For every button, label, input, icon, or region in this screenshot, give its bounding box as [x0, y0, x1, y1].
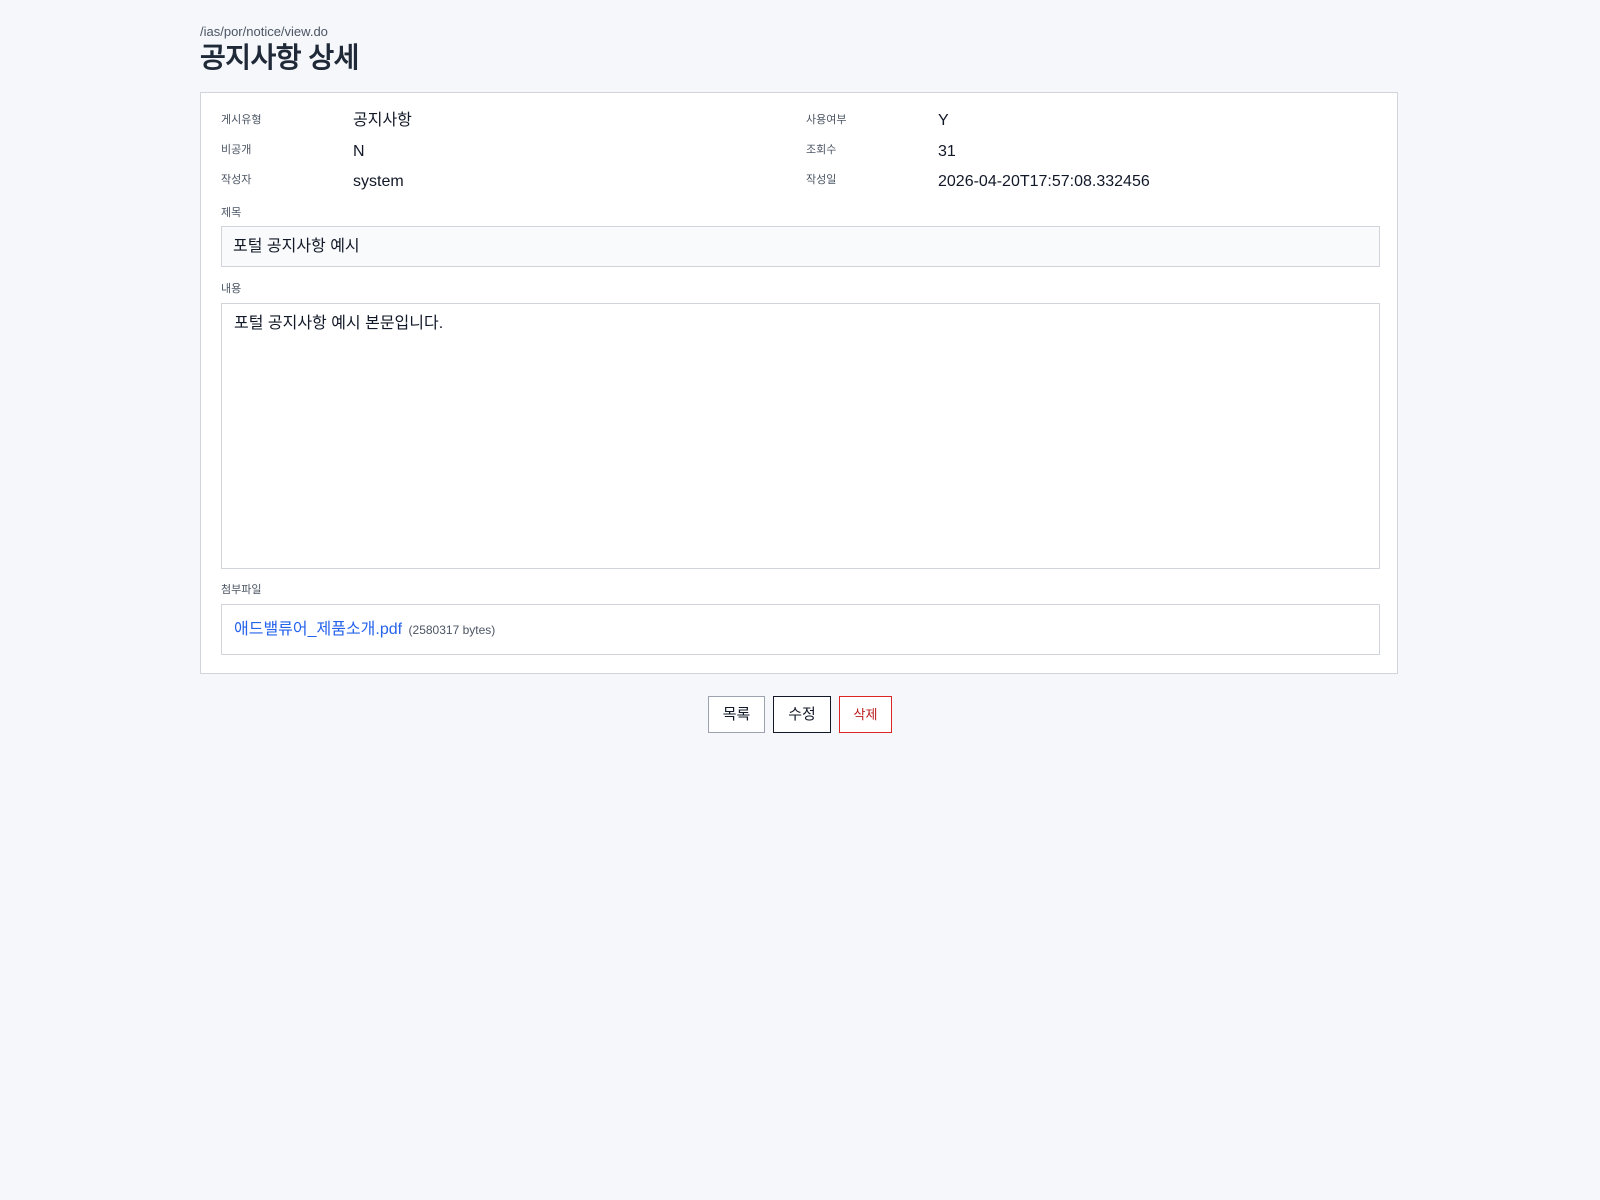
- subject-field: 포털 공지사항 예시: [221, 226, 1380, 267]
- created-label: 작성일: [806, 174, 837, 186]
- meta-info-grid: 게시유형 공지사항 사용여부 Y 비공개 N 조회수 31 작성자 system…: [201, 93, 1397, 203]
- content-body: 포털 공지사항 예시 본문입니다.: [221, 303, 1380, 569]
- list-button[interactable]: 목록: [708, 696, 765, 733]
- attachment-box: 애드밸류어_제품소개.pdf (2580317 bytes): [221, 604, 1380, 655]
- author-value: system: [353, 173, 404, 190]
- page-title: 공지사항 상세: [200, 42, 359, 73]
- delete-button[interactable]: 삭제: [839, 696, 892, 733]
- attachment-size: (2580317 bytes): [408, 623, 496, 637]
- author-label: 작성자: [221, 174, 252, 186]
- edit-button[interactable]: 수정: [773, 696, 831, 733]
- private-value: N: [353, 143, 365, 160]
- content-label: 내용: [221, 283, 242, 295]
- post-type-label: 게시유형: [221, 114, 262, 126]
- attachment-label: 첨부파일: [221, 584, 262, 596]
- subject-label: 제목: [221, 207, 242, 219]
- created-value: 2026-04-20T17:57:08.332456: [938, 173, 1150, 190]
- views-value: 31: [938, 143, 956, 160]
- private-label: 비공개: [221, 144, 252, 156]
- action-buttons: 목록 수정 삭제: [200, 696, 1400, 733]
- use-yn-value: Y: [938, 112, 949, 129]
- post-type-value: 공지사항: [353, 112, 412, 129]
- notice-detail-card: 게시유형 공지사항 사용여부 Y 비공개 N 조회수 31 작성자 system…: [200, 92, 1398, 674]
- url-path: /ias/por/notice/view.do: [200, 24, 328, 39]
- views-label: 조회수: [806, 144, 837, 156]
- use-yn-label: 사용여부: [806, 114, 847, 126]
- attachment-link[interactable]: 애드밸류어_제품소개.pdf: [234, 621, 402, 638]
